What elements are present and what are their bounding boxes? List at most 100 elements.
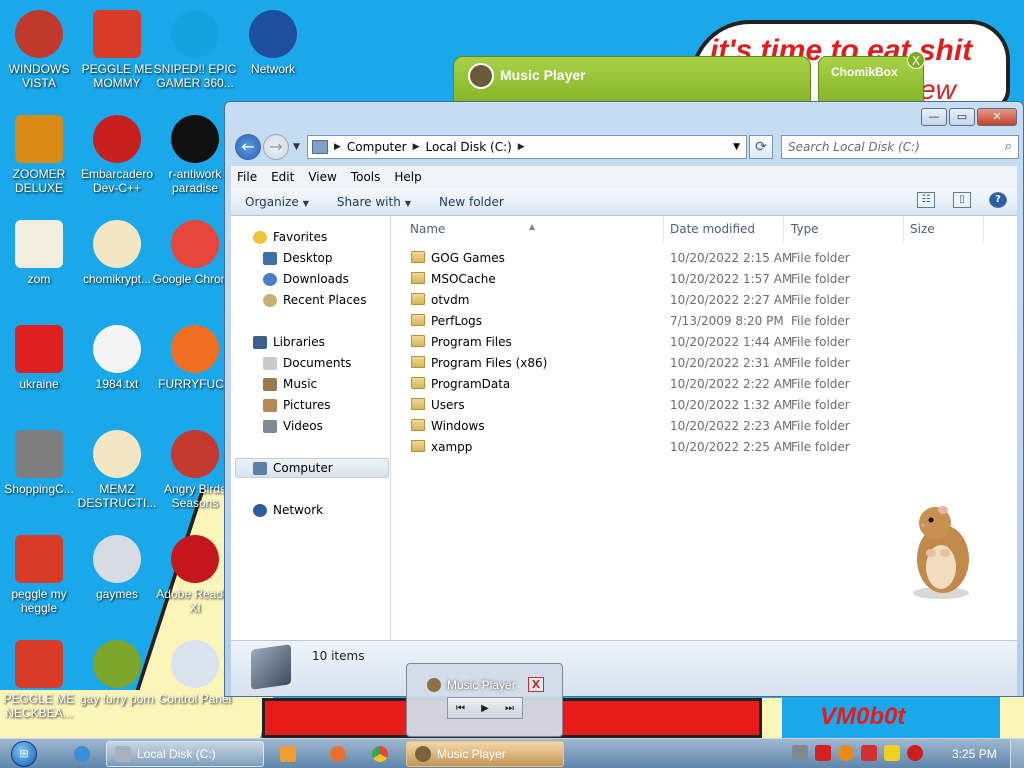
nav-music[interactable]: Music xyxy=(263,377,317,391)
table-row[interactable]: otvdm 10/20/2022 2:27 AM File folder xyxy=(391,290,1017,311)
nav-network[interactable]: Network xyxy=(253,503,323,517)
thumbnail-close-button[interactable]: X xyxy=(528,677,544,692)
menu-file[interactable]: File xyxy=(237,170,257,184)
table-row[interactable]: PerfLogs 7/13/2009 8:20 PM File folder xyxy=(391,311,1017,332)
column-date-modified[interactable]: Date modified xyxy=(670,222,755,236)
menu-help[interactable]: Help xyxy=(394,170,421,184)
column-name[interactable]: Name xyxy=(410,222,445,236)
breadcrumb-computer[interactable]: Computer xyxy=(347,140,407,154)
refresh-button[interactable]: ⟳ xyxy=(749,135,773,159)
desktop-icon-label: 1984.txt xyxy=(95,377,139,391)
tray-app-icon[interactable] xyxy=(792,745,808,761)
table-row[interactable]: GOG Games 10/20/2022 2:15 AM File folder xyxy=(391,248,1017,269)
play-icon[interactable]: ▶ xyxy=(481,703,489,714)
minimize-button[interactable]: — xyxy=(921,108,947,126)
table-row[interactable]: Windows 10/20/2022 2:23 AM File folder xyxy=(391,416,1017,437)
nav-desktop[interactable]: Desktop xyxy=(263,251,333,265)
taskbar-item-local-disk[interactable]: Local Disk (C:) xyxy=(106,741,264,767)
help-icon[interactable]: ? xyxy=(989,192,1007,208)
desktop-icon-peggle[interactable]: PEGGLE ME MOMMY xyxy=(74,10,160,90)
tray-volume-icon[interactable] xyxy=(907,745,923,761)
table-row[interactable]: Users 10/20/2022 1:32 AM File folder xyxy=(391,395,1017,416)
menu-tools[interactable]: Tools xyxy=(351,170,381,184)
previous-track-icon[interactable]: ⏮ xyxy=(456,703,465,714)
nav-libraries[interactable]: Libraries xyxy=(253,335,325,349)
start-button[interactable]: ⊞ xyxy=(6,739,42,768)
taskbar-item-music-player[interactable]: Music Player xyxy=(406,741,564,767)
table-row[interactable]: xampp 10/20/2022 2:25 AM File folder xyxy=(391,437,1017,458)
desktop-icon-chomikbox[interactable]: gay furry porn xyxy=(74,640,160,706)
close-button[interactable]: ✕ xyxy=(977,108,1017,126)
preview-pane-icon[interactable]: ▯ xyxy=(953,192,971,208)
desktop-icon-label: SNIPED!! EPIC GAMER 360... xyxy=(153,62,237,90)
column-separator[interactable] xyxy=(783,216,784,242)
column-separator[interactable] xyxy=(903,216,904,242)
desktop-icon-vista[interactable]: WINDOWS VISTA xyxy=(0,10,82,90)
desktop-icon-flower[interactable]: zom xyxy=(0,220,82,286)
clock[interactable]: 3:25 PM xyxy=(952,747,997,761)
nav-favorites[interactable]: Favorites xyxy=(253,230,327,244)
tray-antivirus-icon[interactable] xyxy=(815,745,831,761)
table-row[interactable]: ProgramData 10/20/2022 2:22 AM File folder xyxy=(391,374,1017,395)
file-name: Program Files xyxy=(431,335,512,349)
desktop-icon-devcpp[interactable]: Embarcadero Dev-C++ xyxy=(74,115,160,195)
taskbar-chrome[interactable] xyxy=(364,741,396,767)
menu-edit[interactable]: Edit xyxy=(271,170,294,184)
taskbar-thumbnail-preview[interactable]: Music Player X ⏮ ▶ ⏭ xyxy=(406,663,563,737)
show-desktop-button[interactable] xyxy=(1010,739,1024,768)
desktop-icon-games-folder[interactable]: gaymes xyxy=(74,535,160,601)
menu-view[interactable]: View xyxy=(308,170,336,184)
tray-search-icon[interactable] xyxy=(838,745,854,761)
tray-flag-icon[interactable] xyxy=(861,745,877,761)
chomikbox-icon xyxy=(93,640,141,688)
desktop-icon-label: WINDOWS VISTA xyxy=(8,62,70,90)
change-view-icon[interactable]: ☷ xyxy=(917,192,935,208)
table-row[interactable]: Program Files 10/20/2022 1:44 AM File fold… xyxy=(391,332,1017,353)
search-icon[interactable]: ⌕ xyxy=(1005,139,1012,154)
desktop-icon-hourglass[interactable]: MEMZ DESTRUCTI... xyxy=(74,430,160,510)
column-separator[interactable] xyxy=(983,216,984,242)
desktop-icon-radiation[interactable]: ukraine xyxy=(0,325,82,391)
new-folder-button[interactable]: New folder xyxy=(439,195,504,209)
desktop-icon-zoomer[interactable]: ZOOMER DELUXE xyxy=(0,115,82,195)
address-bar[interactable]: ▶ Computer ▶ Local Disk (C:) ▶ ▼ xyxy=(307,135,747,159)
recent-pages-dropdown[interactable]: ▼ xyxy=(293,142,300,152)
address-dropdown-icon[interactable]: ▼ xyxy=(733,142,740,152)
nav-documents[interactable]: Documents xyxy=(263,356,351,370)
desktop-icon-label: ZOOMER DELUXE xyxy=(12,167,66,195)
file-date: 10/20/2022 1:57 AM xyxy=(670,272,793,286)
nav-pictures[interactable]: Pictures xyxy=(263,398,331,412)
desktop-icon-text-file[interactable]: 1984.txt xyxy=(74,325,160,391)
media-player-icon xyxy=(280,746,296,762)
desktop-icon-network[interactable]: Network xyxy=(230,10,316,76)
breadcrumb-local-disk[interactable]: Local Disk (C:) xyxy=(426,140,512,154)
explorer-window[interactable]: — ▭ ✕ ← → ▼ ▶ Computer ▶ Local Disk (C:)… xyxy=(224,101,1024,697)
search-input[interactable]: Search Local Disk (C:) ⌕ xyxy=(781,135,1019,159)
network-icon xyxy=(249,10,297,58)
column-type[interactable]: Type xyxy=(791,222,819,236)
nav-downloads[interactable]: Downloads xyxy=(263,272,349,286)
column-separator[interactable] xyxy=(663,216,664,242)
organize-button[interactable]: Organize ▼ xyxy=(245,195,309,209)
taskbar-media-player[interactable] xyxy=(272,741,304,767)
nav-computer[interactable]: Computer xyxy=(253,461,333,475)
desktop-icon-peggle[interactable]: PEGGLE ME NECKBEA... xyxy=(0,640,82,720)
maximize-button[interactable]: ▭ xyxy=(949,108,975,126)
nav-videos[interactable]: Videos xyxy=(263,419,323,433)
forward-button[interactable]: → xyxy=(263,134,289,160)
back-button[interactable]: ← xyxy=(235,134,261,160)
desktop-icon-peggle[interactable]: peggle my heggle xyxy=(0,535,82,615)
tray-message-icon[interactable] xyxy=(884,745,900,761)
next-track-icon[interactable]: ⏭ xyxy=(505,703,514,714)
desktop-icon-hourglass[interactable]: chomikrypt... xyxy=(74,220,160,286)
share-with-button[interactable]: Share with ▼ xyxy=(337,195,411,209)
column-size[interactable]: Size xyxy=(910,222,935,236)
nav-recent-places[interactable]: Recent Places xyxy=(263,293,366,307)
desktop-icon-skype[interactable]: SNIPED!! EPIC GAMER 360... xyxy=(152,10,238,90)
taskbar-app[interactable] xyxy=(322,741,354,767)
close-icon[interactable]: X xyxy=(907,51,925,69)
quick-launch-ie[interactable] xyxy=(66,741,96,767)
desktop-icon-flash[interactable]: ShoppingC... xyxy=(0,430,82,496)
table-row[interactable]: Program Files (x86) 10/20/2022 2:31 AM Fil… xyxy=(391,353,1017,374)
table-row[interactable]: MSOCache 10/20/2022 1:57 AM File folder xyxy=(391,269,1017,290)
